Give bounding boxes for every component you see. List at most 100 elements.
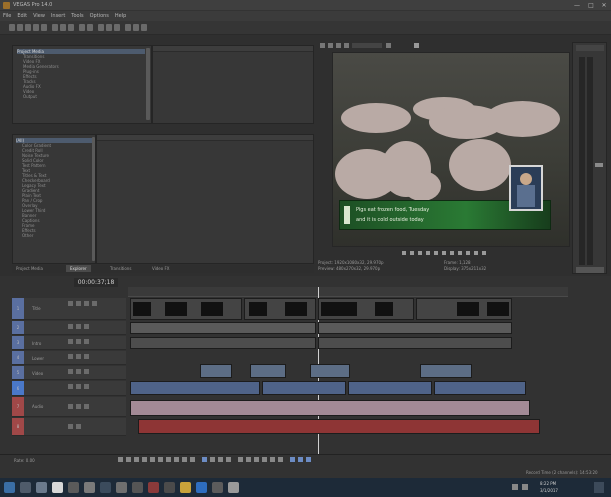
mail-icon[interactable] <box>84 482 95 493</box>
menu-file[interactable]: File <box>0 11 14 21</box>
mute-icon[interactable] <box>68 354 73 359</box>
envelope-edit-icon[interactable] <box>210 457 215 462</box>
mute-icon[interactable] <box>68 384 73 389</box>
close-button[interactable]: ✕ <box>597 1 611 10</box>
vegas-taskbar-icon[interactable] <box>196 482 207 493</box>
mute-icon[interactable] <box>68 404 73 409</box>
new-project-icon[interactable] <box>9 24 15 31</box>
record-icon[interactable] <box>474 251 478 255</box>
tree-item[interactable]: Output <box>17 94 145 99</box>
mute-icon[interactable] <box>68 369 73 374</box>
edge-browser-icon[interactable] <box>36 482 47 493</box>
video-clip[interactable] <box>318 337 512 349</box>
tab-explorer[interactable]: Explorer <box>66 265 91 272</box>
clock-time[interactable]: 8:22 PM <box>540 481 556 486</box>
file-explorer-icon[interactable] <box>52 482 63 493</box>
go-to-end-icon[interactable] <box>458 251 462 255</box>
terminal-icon[interactable] <box>164 482 175 493</box>
video-clip[interactable] <box>348 381 432 395</box>
selection-tool-icon[interactable] <box>141 24 147 31</box>
video-clip[interactable] <box>130 337 316 349</box>
track-header[interactable]: 1 Title <box>12 298 126 320</box>
undo-icon[interactable] <box>79 24 85 31</box>
video-clip[interactable] <box>130 381 260 395</box>
timecode-display[interactable]: 00:00:37;18 <box>74 278 118 287</box>
start-button-icon[interactable] <box>4 482 15 493</box>
video-clip[interactable] <box>130 322 316 334</box>
solo-icon[interactable] <box>76 339 81 344</box>
lock-icon[interactable] <box>262 457 267 462</box>
master-controls[interactable] <box>576 267 604 273</box>
split-icon[interactable] <box>238 457 243 462</box>
ripple-icon[interactable] <box>306 457 311 462</box>
properties-icon[interactable] <box>41 24 47 31</box>
track-header[interactable]: 5 Video <box>12 366 126 380</box>
snap-icon[interactable] <box>98 24 104 31</box>
video-preview[interactable]: Pigs eat frozen food, Tuesday and it is … <box>332 52 570 247</box>
mute-icon[interactable] <box>68 324 73 329</box>
video-clip[interactable] <box>416 298 512 320</box>
master-fader[interactable] <box>595 163 603 167</box>
snapping-icon[interactable] <box>290 457 295 462</box>
external-monitor-icon[interactable] <box>328 43 333 48</box>
track-header[interactable]: 7 Audio <box>12 397 126 417</box>
stop-icon[interactable] <box>158 457 163 462</box>
solo-icon[interactable] <box>76 354 81 359</box>
copy-snapshot-icon[interactable] <box>414 43 419 48</box>
record-icon[interactable] <box>118 457 123 462</box>
solo-icon[interactable] <box>76 301 81 306</box>
tab-transitions[interactable]: Transitions <box>110 266 131 271</box>
video-clip[interactable] <box>262 381 346 395</box>
motion-icon[interactable] <box>92 301 97 306</box>
split-screen-icon[interactable] <box>344 43 349 48</box>
audio-clip[interactable] <box>130 400 530 416</box>
preview-quality-dropdown[interactable] <box>352 43 382 48</box>
region-icon[interactable] <box>278 457 283 462</box>
video-clip[interactable] <box>200 364 232 378</box>
fx-item[interactable]: Other <box>16 233 92 238</box>
timeline-ruler[interactable] <box>128 287 568 297</box>
fx-icon[interactable] <box>84 354 89 359</box>
menu-tools[interactable]: Tools <box>68 11 86 21</box>
notes-icon[interactable] <box>212 482 223 493</box>
preview-properties-icon[interactable] <box>320 43 325 48</box>
render-icon[interactable] <box>33 24 39 31</box>
fx-icon[interactable] <box>84 301 89 306</box>
task-view-icon[interactable] <box>20 482 31 493</box>
track-header[interactable]: 6 <box>12 381 126 396</box>
solo-icon[interactable] <box>76 324 81 329</box>
pause-icon[interactable] <box>150 457 155 462</box>
previous-frame-icon[interactable] <box>442 251 446 255</box>
zoom-edit-icon[interactable] <box>226 457 231 462</box>
video-fx-icon[interactable] <box>336 43 341 48</box>
tab-video-fx[interactable]: Video FX <box>152 266 170 271</box>
lock-envelopes-icon[interactable] <box>114 24 120 31</box>
auto-crossfade-icon[interactable] <box>298 457 303 462</box>
play-from-start-icon[interactable] <box>410 251 414 255</box>
open-icon[interactable] <box>17 24 23 31</box>
media-player-icon[interactable] <box>148 482 159 493</box>
go-to-end-icon[interactable] <box>174 457 179 462</box>
play-icon[interactable] <box>142 457 147 462</box>
fx-icon[interactable] <box>84 324 89 329</box>
marker-icon[interactable] <box>270 457 275 462</box>
folder-icon[interactable] <box>180 482 191 493</box>
mute-icon[interactable] <box>482 251 486 255</box>
notifications-icon[interactable] <box>594 482 604 493</box>
fx-tree-scrollbar[interactable] <box>92 137 95 261</box>
audio-clip[interactable] <box>138 419 540 434</box>
video-clip[interactable] <box>420 364 472 378</box>
fx-icon[interactable] <box>84 384 89 389</box>
previous-frame-icon[interactable] <box>182 457 187 462</box>
track-header[interactable]: 2 <box>12 321 126 335</box>
menu-view[interactable]: View <box>30 11 48 21</box>
explorer-scrollbar[interactable] <box>146 48 150 120</box>
record-arm-icon[interactable] <box>84 404 89 409</box>
photos-icon[interactable] <box>116 482 127 493</box>
mute-icon[interactable] <box>68 339 73 344</box>
menu-insert[interactable]: Insert <box>48 11 68 21</box>
play-from-start-icon[interactable] <box>134 457 139 462</box>
video-clip[interactable] <box>250 364 286 378</box>
normal-edit-icon[interactable] <box>202 457 207 462</box>
maximize-button[interactable]: □ <box>584 1 598 10</box>
